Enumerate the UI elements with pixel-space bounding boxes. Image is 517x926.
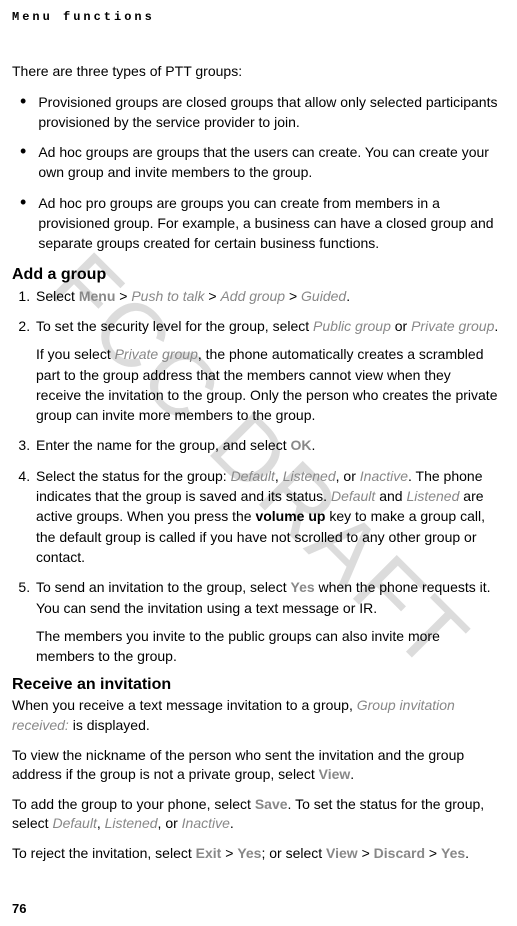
sep: and: [375, 488, 406, 504]
paragraph: To reject the invitation, select Exit > …: [12, 844, 499, 864]
step-text: Enter the name for the group, and select: [36, 437, 291, 453]
period: .: [465, 845, 469, 861]
yes-label: Yes: [237, 845, 261, 861]
running-header: Menu functions: [12, 10, 499, 24]
list-item: Ad hoc groups are groups that the users …: [12, 142, 499, 183]
option-private-group: Private group: [115, 346, 198, 362]
list-item: Provisioned groups are closed groups tha…: [12, 92, 499, 133]
discard-label: Discard: [374, 845, 425, 861]
period: .: [350, 766, 354, 782]
sep: >: [115, 288, 131, 304]
sep: >: [358, 845, 374, 861]
step-4: Select the status for the group: Default…: [34, 466, 499, 567]
view-label: View: [326, 845, 358, 861]
para-text: To add the group to your phone, select: [12, 796, 255, 812]
paragraph: To view the nickname of the person who s…: [12, 746, 499, 785]
step-text: To send an invitation to the group, sele…: [36, 579, 291, 595]
sep: >: [285, 288, 301, 304]
option-inactive: Inactive: [360, 468, 408, 484]
view-label: View: [319, 766, 351, 782]
step-text: The members you invite to the public gro…: [36, 626, 499, 667]
period: .: [494, 318, 498, 334]
para-text: When you receive a text message invitati…: [12, 697, 357, 713]
breadcrumb-push-to-talk: Push to talk: [131, 288, 204, 304]
paragraph: To add the group to your phone, select S…: [12, 795, 499, 834]
step-text: Select the status for the group:: [36, 468, 231, 484]
step-text: Select: [36, 288, 79, 304]
step-2: To set the security level for the group,…: [34, 316, 499, 425]
option-inactive: Inactive: [182, 815, 230, 831]
option-default: Default: [231, 468, 275, 484]
breadcrumb-add-group: Add group: [220, 288, 285, 304]
section-heading-receive-invitation: Receive an invitation: [12, 676, 499, 694]
ok-label: OK: [291, 437, 312, 453]
list-item: Ad hoc pro groups are groups you can cre…: [12, 193, 499, 254]
sep: , or: [336, 468, 360, 484]
sep: or: [391, 318, 411, 334]
option-listened: Listened: [406, 488, 459, 504]
breadcrumb-guided: Guided: [301, 288, 346, 304]
list-item-text: Provisioned groups are closed groups tha…: [38, 92, 499, 133]
para-text: is displayed.: [69, 717, 150, 733]
section-heading-add-group: Add a group: [12, 266, 499, 284]
paragraph: When you receive a text message invitati…: [12, 696, 499, 735]
step-text: To set the security level for the group,…: [36, 318, 313, 334]
period: .: [230, 815, 234, 831]
list-item-text: Ad hoc groups are groups that the users …: [38, 142, 499, 183]
para-text: To view the nickname of the person who s…: [12, 747, 464, 783]
para-text: To reject the invitation, select: [12, 845, 196, 861]
sep: >: [205, 288, 221, 304]
sep: ,: [97, 815, 105, 831]
menu-label: Menu: [79, 288, 116, 304]
intro-text: There are three types of PTT groups:: [12, 62, 499, 82]
option-public-group: Public group: [313, 318, 391, 334]
sep: >: [221, 845, 237, 861]
yes-label: Yes: [441, 845, 465, 861]
period: .: [346, 288, 350, 304]
sep: >: [425, 845, 441, 861]
option-default: Default: [331, 488, 375, 504]
page-number: 76: [12, 901, 26, 916]
para-text: ; or select: [261, 845, 326, 861]
add-group-steps: Select Menu > Push to talk > Add group >…: [12, 286, 499, 667]
period: .: [312, 437, 316, 453]
volume-up-key: volume up: [255, 508, 325, 524]
option-private-group: Private group: [411, 318, 494, 334]
sep: , or: [158, 815, 182, 831]
list-item-text: Ad hoc pro groups are groups you can cre…: [38, 193, 499, 254]
step-3: Enter the name for the group, and select…: [34, 435, 499, 455]
page-content: Menu functions There are three types of …: [12, 10, 499, 864]
option-default: Default: [52, 815, 96, 831]
sep: ,: [275, 468, 283, 484]
option-listened: Listened: [283, 468, 336, 484]
step-text: If you select: [36, 346, 115, 362]
exit-label: Exit: [196, 845, 222, 861]
ptt-group-types-list: Provisioned groups are closed groups tha…: [12, 92, 499, 254]
save-label: Save: [255, 796, 288, 812]
yes-label: Yes: [291, 579, 315, 595]
option-listened: Listened: [105, 815, 158, 831]
step-1: Select Menu > Push to talk > Add group >…: [34, 286, 499, 306]
step-5: To send an invitation to the group, sele…: [34, 577, 499, 666]
